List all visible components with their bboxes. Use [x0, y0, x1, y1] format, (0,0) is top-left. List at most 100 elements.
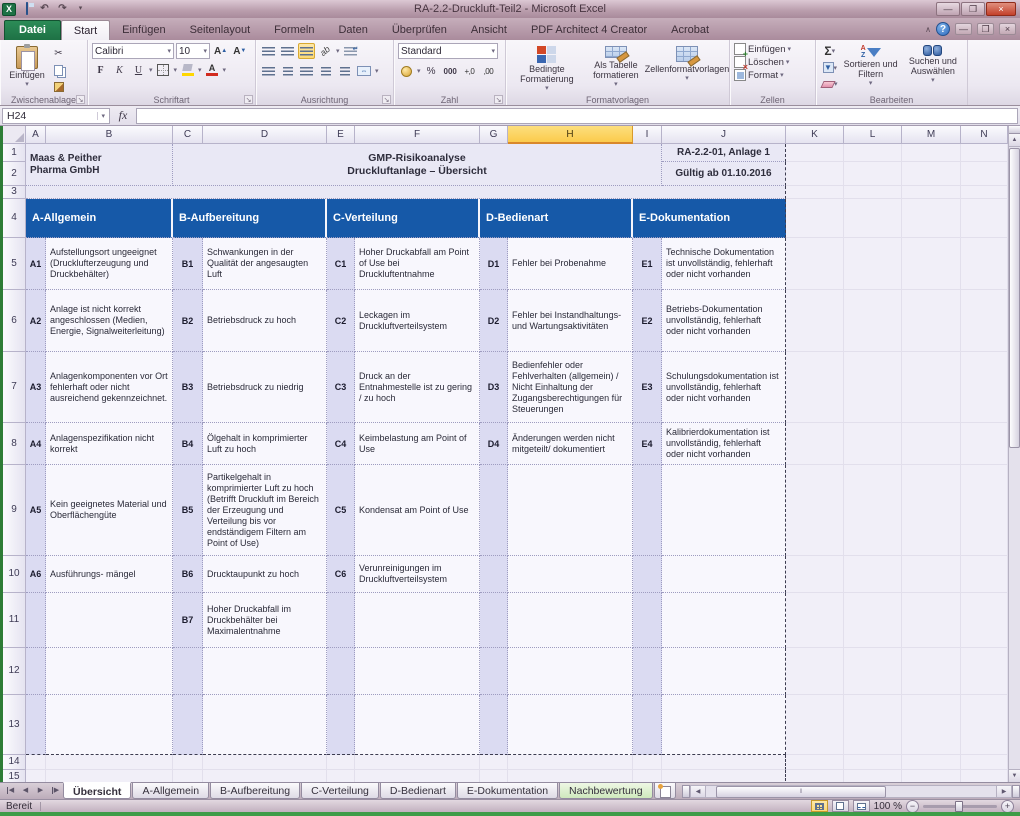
scroll-up-icon[interactable]: ▲ — [1009, 134, 1020, 147]
cell[interactable] — [844, 290, 902, 352]
cell-code[interactable] — [633, 465, 662, 556]
cell-code[interactable] — [480, 593, 508, 648]
cell-code[interactable]: C6 — [327, 556, 355, 593]
help-icon[interactable]: ? — [936, 22, 950, 36]
number-dialog-launcher[interactable]: ↘ — [494, 95, 503, 104]
cell-code[interactable] — [633, 695, 662, 755]
cell-text[interactable] — [662, 695, 786, 755]
column-header-n[interactable]: N — [961, 126, 1008, 144]
cell[interactable] — [786, 593, 844, 648]
cell-code[interactable] — [480, 695, 508, 755]
cell-code[interactable]: E1 — [633, 238, 662, 290]
cell-code[interactable]: B3 — [173, 352, 203, 423]
align-top-button[interactable] — [260, 43, 277, 59]
ribbon-tab-daten[interactable]: Daten — [326, 20, 379, 40]
number-format-combo[interactable]: Standard▾ — [398, 43, 498, 59]
accounting-dropdown-icon[interactable]: ▾ — [417, 67, 421, 75]
row-header-5[interactable]: 5 — [3, 238, 26, 290]
orientation-button[interactable]: ab — [317, 43, 334, 59]
cell-code[interactable]: C1 — [327, 238, 355, 290]
cell-text[interactable]: Kondensat am Point of Use — [355, 465, 480, 556]
cell-text[interactable] — [203, 648, 327, 695]
row-header-8[interactable]: 8 — [3, 423, 26, 465]
cell[interactable] — [961, 144, 1008, 162]
cell-text[interactable]: Druck an der Entnahmestelle ist zu gerin… — [355, 352, 480, 423]
cell-code[interactable] — [26, 593, 46, 648]
cell-category-b-aufbereitung[interactable]: B-Aufbereitung — [173, 199, 327, 238]
cell-text[interactable]: Betriebs-Dokumentation unvollständig, fe… — [662, 290, 786, 352]
font-color-dropdown-icon[interactable]: ▾ — [223, 66, 227, 74]
fill-button[interactable]: ▼▾ — [820, 60, 840, 76]
grow-font-button[interactable]: A▲ — [212, 43, 229, 59]
sort-filter-button[interactable]: AZ Sortieren und Filtern ▾ — [840, 43, 902, 92]
cell-code[interactable]: A3 — [26, 352, 46, 423]
cell[interactable] — [961, 593, 1008, 648]
cell-text[interactable] — [46, 695, 173, 755]
cell-text[interactable] — [46, 593, 173, 648]
column-header-f[interactable]: F — [355, 126, 480, 144]
vertical-scroll-thumb[interactable] — [1009, 148, 1020, 448]
cell-text[interactable]: Hoher Druckabfall im Druckbehälter bei M… — [203, 593, 327, 648]
cell-category-e-dokumentation[interactable]: E-Dokumentation — [633, 199, 786, 238]
cell-code[interactable] — [173, 648, 203, 695]
cell-text[interactable] — [662, 556, 786, 593]
cell-text[interactable]: Technische Dokumentation ist unvollständ… — [662, 238, 786, 290]
cell[interactable] — [902, 352, 961, 423]
cell-text[interactable]: Schwankungen in der Qualität der angesau… — [203, 238, 327, 290]
cell[interactable] — [786, 556, 844, 593]
cell[interactable] — [902, 290, 961, 352]
find-select-button[interactable]: Suchen und Auswählen ▾ — [902, 43, 964, 92]
shrink-font-button[interactable]: A▼ — [231, 43, 248, 59]
cell-text[interactable] — [508, 556, 633, 593]
cell[interactable] — [844, 465, 902, 556]
align-bottom-button[interactable] — [298, 43, 315, 59]
cell-code[interactable] — [173, 695, 203, 755]
column-header-a[interactable]: A — [26, 126, 46, 144]
cell-code[interactable]: D2 — [480, 290, 508, 352]
cell-text[interactable] — [355, 593, 480, 648]
cell[interactable] — [961, 755, 1008, 770]
horizontal-scroll-track[interactable]: ‖ — [706, 785, 996, 798]
cell-code[interactable] — [26, 695, 46, 755]
cell[interactable] — [786, 199, 844, 238]
cell-text[interactable]: Betriebsdruck zu niedrig — [203, 352, 327, 423]
ribbon-tab-ansicht[interactable]: Ansicht — [459, 20, 519, 40]
percent-style-button[interactable]: % — [423, 63, 440, 79]
sheet-tab-b-aufbereitung[interactable]: B-Aufbereitung — [210, 783, 300, 799]
cell-sheet-title[interactable]: GMP-RisikoanalyseDruckluftanlage – Übers… — [173, 144, 662, 186]
cell-code[interactable]: C2 — [327, 290, 355, 352]
column-header-m[interactable]: M — [902, 126, 961, 144]
font-dialog-launcher[interactable]: ↘ — [244, 95, 253, 104]
orientation-dropdown-icon[interactable]: ▾ — [336, 47, 340, 55]
cell-code[interactable] — [480, 465, 508, 556]
cell-code[interactable] — [327, 593, 355, 648]
row-header-4[interactable]: 4 — [3, 199, 26, 238]
horizontal-scroll-thumb[interactable]: ‖ — [716, 786, 886, 798]
minimize-workbook-icon[interactable]: — — [955, 23, 972, 35]
collapse-ribbon-icon[interactable]: ∧ — [925, 25, 931, 34]
zoom-slider[interactable] — [923, 805, 997, 808]
cell-valid-from[interactable]: Gültig ab 01.10.2016 — [662, 162, 786, 186]
borders-button[interactable] — [155, 62, 172, 78]
cell[interactable] — [902, 556, 961, 593]
cell-text[interactable] — [355, 648, 480, 695]
font-name-combo[interactable]: Calibri▾ — [92, 43, 174, 59]
cell-text[interactable] — [508, 465, 633, 556]
cell-code[interactable]: A6 — [26, 556, 46, 593]
sheet-tab-e-dokumentation[interactable]: E-Dokumentation — [457, 783, 558, 799]
split-handle[interactable] — [1009, 126, 1020, 134]
cell-code[interactable] — [633, 556, 662, 593]
column-header-b[interactable]: B — [46, 126, 173, 144]
ribbon-tab-überprüfen[interactable]: Überprüfen — [380, 20, 459, 40]
cell[interactable] — [844, 238, 902, 290]
cell[interactable] — [203, 755, 327, 770]
ribbon-tab-seitenlayout[interactable]: Seitenlayout — [178, 20, 263, 40]
cell-code[interactable]: B1 — [173, 238, 203, 290]
cell-text[interactable]: Kein geeignetes Material und Oberflächen… — [46, 465, 173, 556]
cell-text[interactable] — [662, 648, 786, 695]
cell-code[interactable] — [26, 648, 46, 695]
underline-dropdown-icon[interactable]: ▾ — [149, 66, 153, 74]
ribbon-tab-datei[interactable]: Datei — [4, 20, 61, 40]
delete-cells-button[interactable]: Löschen — [748, 57, 784, 68]
column-header-d[interactable]: D — [203, 126, 327, 144]
